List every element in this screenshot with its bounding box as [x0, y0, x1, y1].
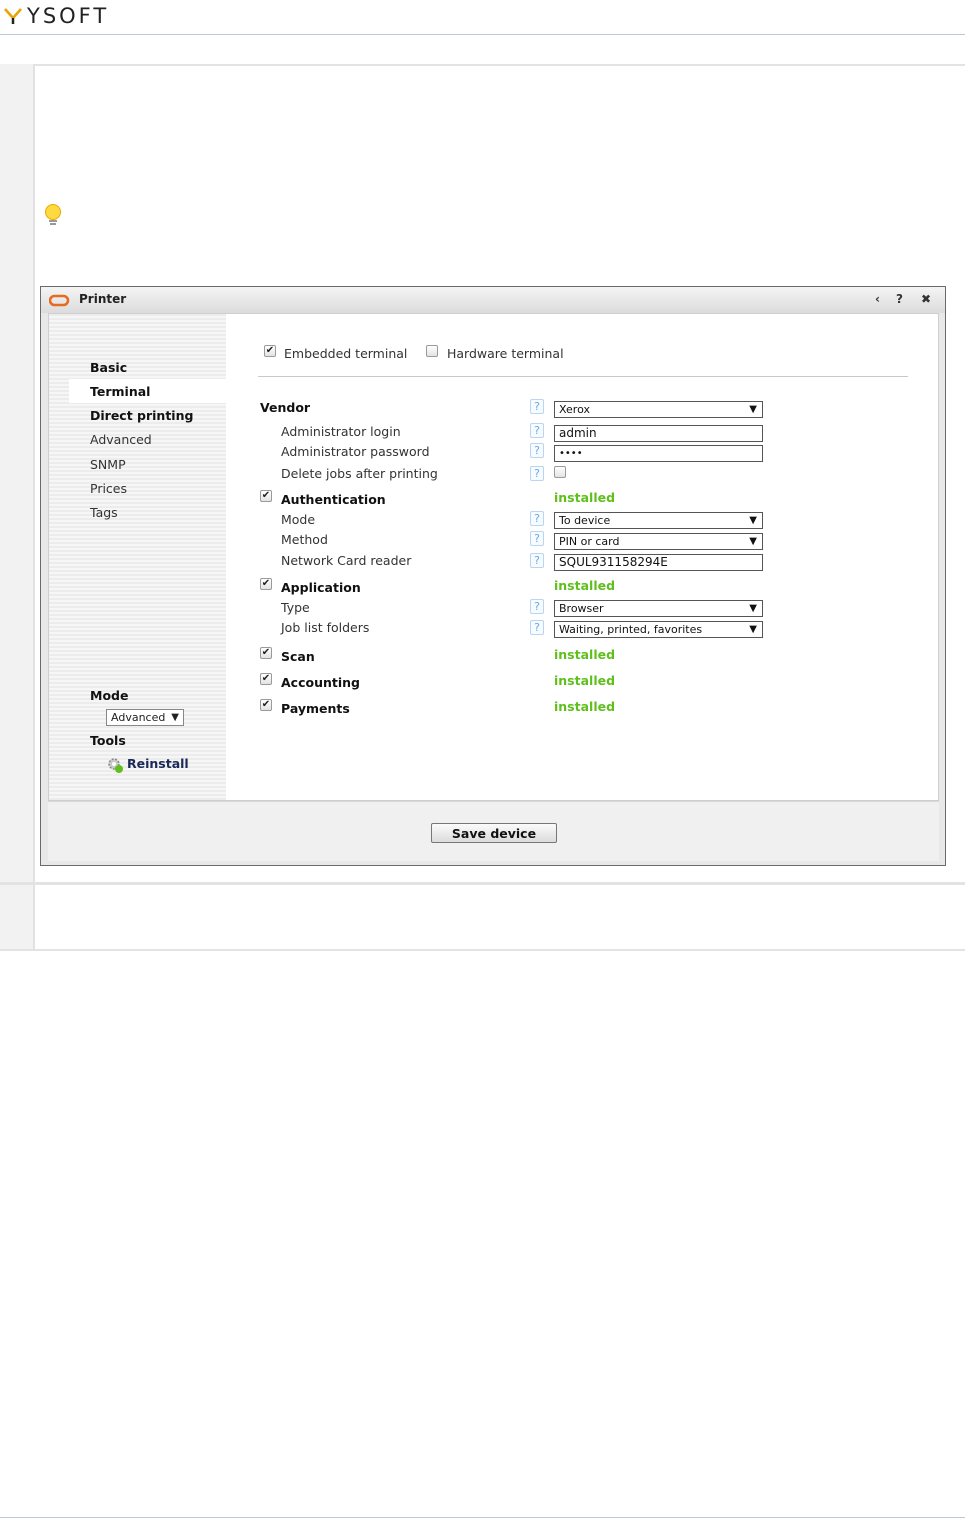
vendor-value: Xerox	[559, 403, 590, 416]
terminal-type-divider	[258, 376, 908, 377]
job-list-folders-label: Job list folders	[281, 620, 370, 635]
left-gutter	[0, 64, 35, 950]
embedded-terminal-label: Embedded terminal	[284, 346, 408, 361]
authentication-checkbox[interactable]: ✔	[260, 490, 272, 502]
dialog-title: Printer	[79, 292, 127, 306]
hardware-terminal-label: Hardware terminal	[447, 346, 564, 361]
accounting-label: Accounting	[281, 675, 360, 690]
auth-method-label: Method	[281, 532, 328, 547]
lightbulb-icon	[44, 203, 62, 233]
payments-status: installed	[554, 699, 616, 714]
scan-label: Scan	[281, 649, 315, 664]
job-list-folders-value: Waiting, printed, favorites	[559, 623, 703, 636]
auth-mode-label: Mode	[281, 512, 316, 527]
ysoft-logo: YSOFT	[3, 3, 163, 33]
logo-text: YSOFT	[26, 4, 109, 28]
sidebar-item-snmp[interactable]: SNMP	[90, 457, 126, 472]
reinstall-link[interactable]: Reinstall	[127, 756, 189, 771]
ysoft-logo-icon: YSOFT	[4, 4, 109, 28]
authentication-status: installed	[554, 490, 616, 505]
printer-link-icon	[48, 292, 71, 311]
help-icon[interactable]: ?	[530, 511, 544, 526]
accounting-checkbox[interactable]: ✔	[260, 673, 272, 685]
sidebar-item-advanced[interactable]: Advanced	[90, 432, 152, 447]
app-type-value: Browser	[559, 602, 604, 615]
reinstall-gear-icon	[106, 756, 124, 778]
sidebar-item-direct-printing[interactable]: Direct printing	[90, 408, 193, 423]
chevron-down-icon: ▼	[749, 515, 757, 526]
scan-status: installed	[554, 647, 616, 662]
scan-checkbox[interactable]: ✔	[260, 647, 272, 659]
auth-mode-value: To device	[559, 514, 611, 527]
help-icon[interactable]: ?	[530, 423, 544, 438]
sidebar-item-tags[interactable]: Tags	[90, 505, 118, 520]
embedded-terminal-checkbox[interactable]: ✔	[264, 345, 276, 357]
sidebar-item-basic[interactable]: Basic	[90, 360, 127, 375]
tools-heading: Tools	[90, 733, 126, 748]
application-status: installed	[554, 578, 616, 593]
dialog-prev-button[interactable]: ‹	[875, 292, 880, 306]
help-icon[interactable]: ?	[530, 443, 544, 458]
mode-select[interactable]: Advanced ▼	[106, 709, 184, 726]
row-separator	[0, 882, 965, 885]
footer-divider	[0, 1517, 965, 1518]
dialog-title-bar	[41, 287, 945, 313]
auth-method-value: PIN or card	[559, 535, 620, 548]
delete-jobs-checkbox[interactable]	[554, 466, 566, 478]
chevron-down-icon: ▼	[171, 712, 179, 723]
delete-jobs-label: Delete jobs after printing	[281, 466, 438, 481]
card-reader-label: Network Card reader	[281, 553, 412, 568]
vendor-select[interactable]: Xerox ▼	[554, 401, 763, 418]
chevron-down-icon: ▼	[749, 624, 757, 635]
payments-checkbox[interactable]: ✔	[260, 699, 272, 711]
hardware-terminal-checkbox[interactable]	[426, 345, 438, 357]
chevron-down-icon: ▼	[749, 404, 757, 415]
admin-login-input[interactable]: admin	[554, 425, 763, 442]
help-icon[interactable]: ?	[530, 553, 544, 568]
admin-password-label: Administrator password	[281, 444, 430, 459]
help-icon[interactable]: ?	[530, 399, 544, 414]
authentication-label: Authentication	[281, 492, 386, 507]
auth-mode-select[interactable]: To device ▼	[554, 512, 763, 529]
dialog-help-button[interactable]: ?	[896, 292, 903, 306]
card-reader-input[interactable]: SQUL931158294E	[554, 554, 763, 571]
help-icon[interactable]: ?	[530, 466, 544, 481]
content-frame-bottom	[0, 949, 965, 951]
payments-label: Payments	[281, 701, 350, 716]
mode-heading: Mode	[90, 688, 129, 703]
admin-login-label: Administrator login	[281, 424, 401, 439]
header-divider	[0, 34, 965, 35]
application-label: Application	[281, 580, 361, 595]
help-icon[interactable]: ?	[530, 620, 544, 635]
app-type-label: Type	[281, 600, 310, 615]
chevron-down-icon: ▼	[749, 603, 757, 614]
app-type-select[interactable]: Browser ▼	[554, 600, 763, 617]
chevron-down-icon: ▼	[749, 536, 757, 547]
help-icon[interactable]: ?	[530, 531, 544, 546]
save-device-button[interactable]: Save device	[431, 823, 557, 843]
sidebar-item-prices[interactable]: Prices	[90, 481, 127, 496]
help-icon[interactable]: ?	[530, 599, 544, 614]
content-frame-top	[0, 64, 965, 66]
application-checkbox[interactable]: ✔	[260, 578, 272, 590]
sidebar-item-terminal[interactable]: Terminal	[90, 384, 150, 399]
job-list-folders-select[interactable]: Waiting, printed, favorites ▼	[554, 621, 763, 638]
admin-password-input[interactable]: ••••	[554, 445, 763, 462]
dialog-close-button[interactable]: ✖	[921, 292, 931, 306]
vendor-label: Vendor	[260, 400, 311, 415]
mode-select-value: Advanced	[111, 711, 166, 724]
accounting-status: installed	[554, 673, 616, 688]
auth-method-select[interactable]: PIN or card ▼	[554, 533, 763, 550]
